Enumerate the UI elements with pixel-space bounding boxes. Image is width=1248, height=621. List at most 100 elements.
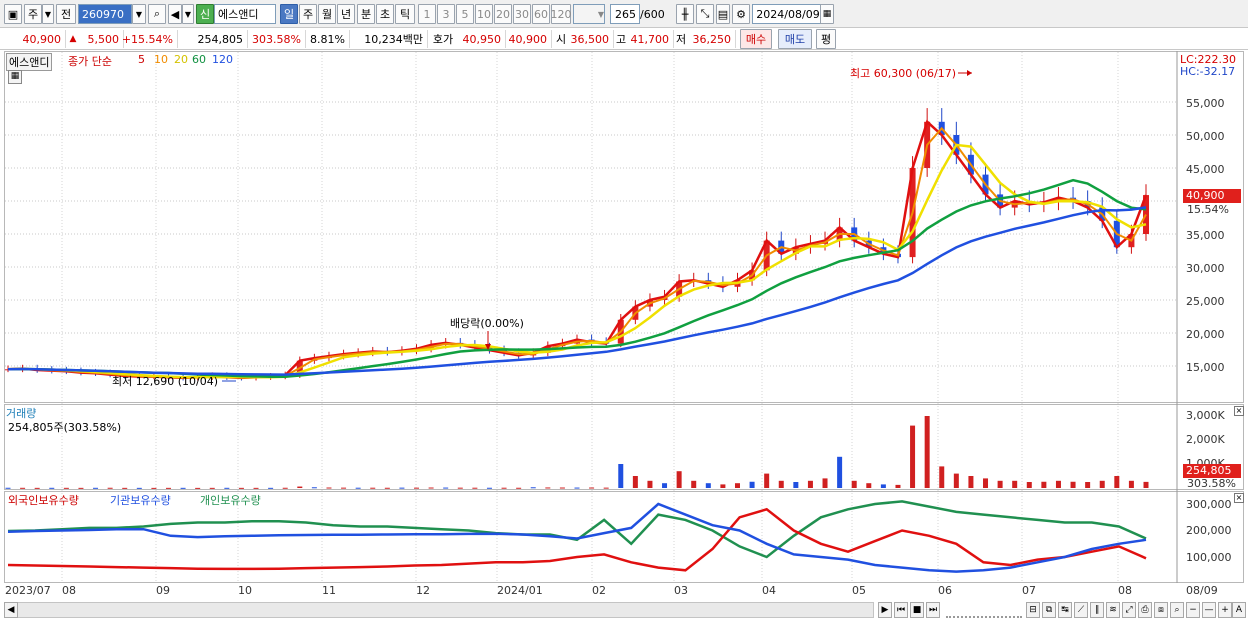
volume-bar [78,487,84,489]
x-tick-2023-07: 2023/07 [5,584,51,597]
volume-bar [93,487,99,489]
volume-bar [122,487,128,489]
hold-tick-100000: 100,000 [1186,551,1232,564]
table-view-icon[interactable]: ▦ [8,70,22,84]
legend-ma5: 5 [138,53,145,66]
x-tick-12: 12 [416,584,430,597]
ma-line-0 [7,119,1148,380]
y-tick-15000: 15,000 [1186,361,1225,374]
zoom-slider[interactable] [946,602,1022,618]
zoom-out-icon[interactable]: − [1186,602,1200,618]
volume-bar [297,486,303,488]
volume-bar [749,481,755,488]
holdings-individual-line [7,500,1147,559]
gallery-icon[interactable]: ⧈ [1154,602,1168,618]
trend-tool-icon[interactable]: ⤢ [1122,602,1136,618]
volume-bar [472,487,478,489]
volume-bar [414,487,420,489]
volume-bar [1143,481,1149,488]
volume-bar [224,487,230,489]
volume-bar [165,487,171,489]
volume-bar [1099,480,1105,488]
zoom-in-icon[interactable]: + [1218,602,1232,618]
x-tick-08-09: 08/09 [1186,584,1218,597]
volume-bar [34,487,40,489]
parallel-tool-icon[interactable]: ∥ [1090,602,1104,618]
volume-bar [807,480,813,488]
volume-bar [895,484,901,488]
legend-foreign: 외국인보유수량 [8,494,79,507]
horizontal-scrollbar[interactable] [4,602,874,618]
font-size-icon[interactable]: A [1232,602,1246,618]
fibonacci-tool-icon[interactable]: ≋ [1106,602,1120,618]
volume-bar [1128,480,1134,488]
x-tick-07: 07 [1022,584,1036,597]
x-tick-06: 06 [938,584,952,597]
legend-individual: 개인보유수량 [200,494,261,507]
volume-bar [910,425,916,488]
x-tick-03: 03 [674,584,688,597]
y-tick-50000: 50,000 [1186,130,1225,143]
legend-ma20: 20 [174,53,188,66]
volume-bar [603,487,609,489]
y-tick-35000: 35,000 [1186,229,1225,242]
ma-line-4 [7,206,1147,376]
volume-bar [793,482,799,488]
holdings-close-icon[interactable]: × [1234,493,1244,503]
legend-ma60: 60 [192,53,206,66]
volume-bar [618,464,624,488]
last-volume-box: 254,805 [1183,464,1241,478]
rewind-icon[interactable]: ⏮ [894,602,908,618]
chart-canvas[interactable] [0,0,1248,621]
split-view-icon[interactable]: ⊟ [1026,602,1040,618]
volume-bar [589,487,595,489]
volume-bar [63,487,69,489]
line-tool-icon[interactable]: ⟋ [1074,602,1088,618]
volume-bar [20,487,26,489]
volume-bar [720,484,726,488]
minus-icon[interactable]: — [1202,602,1216,618]
legend-ma10: 10 [154,53,168,66]
vol-tick-3000k: 3,000K [1186,409,1225,422]
volume-bar [837,456,843,488]
volume-bar [253,487,259,489]
dividend-annotation: 배당락(0.00%) [450,317,524,330]
scroll-left-icon[interactable]: ◀ [4,602,18,618]
stop-icon[interactable]: ■ [910,602,924,618]
volume-bar [268,487,274,489]
volume-bar [574,487,580,489]
y-tick-45000: 45,000 [1186,163,1225,176]
volume-bar [195,487,201,489]
volume-bar [311,487,317,489]
volume-bar [676,471,682,488]
hold-tick-300000: 300,000 [1186,498,1232,511]
print-icon[interactable]: ⎙ [1138,602,1152,618]
x-tick-04: 04 [762,584,776,597]
volume-bar [559,487,565,489]
volume-bar [705,483,711,488]
volume-bar [1055,480,1061,488]
hc-value: HC:-32.17 [1180,65,1236,78]
volume-close-icon[interactable]: × [1234,406,1244,416]
x-tick-02: 02 [592,584,606,597]
volume-bar [924,416,930,488]
volume-bar [764,473,770,488]
copy-icon[interactable]: ⧉ [1042,602,1056,618]
high-arrow-head [967,70,972,76]
ruler-icon[interactable]: ↹ [1058,602,1072,618]
fast-forward-icon[interactable]: ⏭ [926,602,940,618]
volume-bar [968,476,974,488]
volume-bar [341,487,347,489]
x-tick-08b: 08 [1118,584,1132,597]
volume-bar [1114,476,1120,488]
magnifier-icon[interactable]: ⌕ [1170,602,1184,618]
low-annotation: 최저 12,690 (10/04) [112,375,219,388]
volume-bar [647,480,653,488]
last-pct-label: 15.54% [1187,203,1229,216]
legend-stock-name[interactable]: 에스앤디 [6,53,53,71]
volume-bar [632,476,638,488]
scroll-right-icon[interactable]: ▶ [878,602,892,618]
volume-bar [326,487,332,489]
volume-bar [691,480,697,488]
volume-bar [501,487,507,489]
